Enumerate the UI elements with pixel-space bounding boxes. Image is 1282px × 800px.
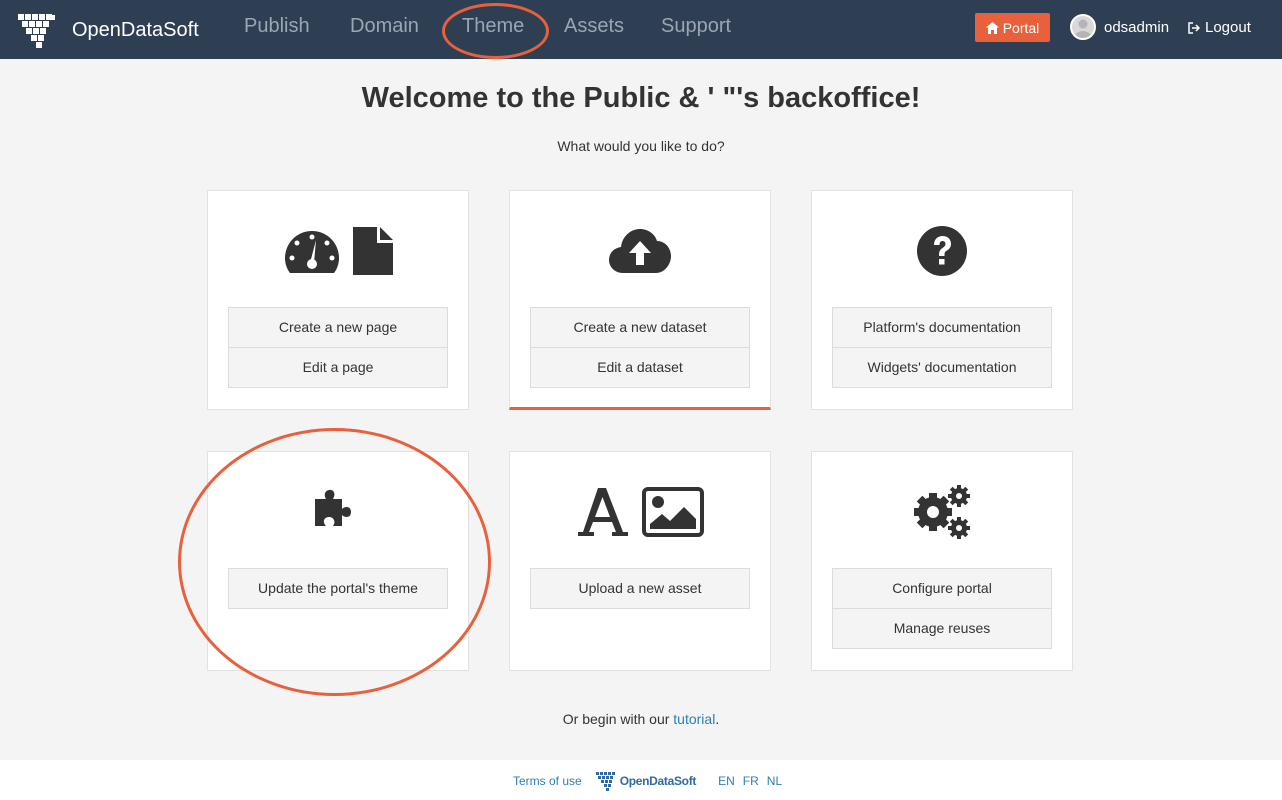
image-icon — [642, 487, 704, 537]
language-nl[interactable]: NL — [767, 774, 782, 788]
card-documentation: Platform's documentation Widgets' docume… — [811, 190, 1073, 410]
card-assets: Upload a new asset — [509, 451, 771, 671]
user-menu[interactable]: odsadmin — [1070, 14, 1169, 40]
puzzle-icon — [315, 489, 351, 526]
file-icon — [353, 227, 393, 275]
create-page-button[interactable]: Create a new page — [228, 307, 448, 348]
page-subtitle: What would you like to do? — [557, 138, 725, 154]
nav-assets[interactable]: Assets — [564, 15, 624, 38]
manage-reuses-button[interactable]: Manage reuses — [832, 608, 1052, 649]
user-silhouette-icon — [1075, 19, 1091, 38]
font-icon — [578, 488, 628, 536]
update-theme-button[interactable]: Update the portal's theme — [228, 568, 448, 609]
question-circle-icon — [917, 226, 967, 276]
nav-support[interactable]: Support — [661, 15, 731, 38]
edit-page-button[interactable]: Edit a page — [228, 347, 448, 388]
logout-label: Logout — [1205, 19, 1251, 36]
card-theme: Update the portal's theme — [207, 451, 469, 671]
tutorial-line: Or begin with our tutorial. — [0, 711, 1282, 727]
create-dataset-button[interactable]: Create a new dataset — [530, 307, 750, 348]
top-navbar: OpenDataSoft Publish Domain Theme Assets… — [0, 0, 1282, 59]
language-en[interactable]: EN — [718, 774, 735, 788]
footer-logo[interactable]: OpenDataSoft — [595, 771, 697, 791]
card-configuration: Configure portal Manage reuses — [811, 451, 1073, 671]
card-pages: Create a new page Edit a page — [207, 190, 469, 410]
page-title: Welcome to the Public & ' "'s backoffice… — [361, 82, 921, 114]
gears-icon — [914, 485, 970, 539]
edit-dataset-button[interactable]: Edit a dataset — [530, 347, 750, 388]
footer-logo-text: OpenDataSoft — [619, 774, 697, 788]
home-icon — [985, 21, 999, 34]
brand[interactable]: OpenDataSoft — [18, 12, 199, 48]
upload-asset-button[interactable]: Upload a new asset — [530, 568, 750, 609]
language-fr[interactable]: FR — [743, 774, 759, 788]
tutorial-suffix: . — [715, 711, 720, 727]
portal-button-label: Portal — [1002, 19, 1040, 36]
cloud-upload-icon — [609, 229, 671, 273]
highlight-ring-theme — [442, 3, 549, 59]
dashboard-icon — [285, 231, 339, 273]
configure-portal-button[interactable]: Configure portal — [832, 568, 1052, 609]
username: odsadmin — [1104, 18, 1170, 36]
footer: Terms of use OpenDataSoft EN FR NL — [0, 760, 1282, 800]
logout-icon — [1188, 21, 1200, 34]
platform-documentation-button[interactable]: Platform's documentation — [832, 307, 1052, 348]
nav-domain[interactable]: Domain — [350, 15, 419, 38]
nav-publish[interactable]: Publish — [244, 15, 310, 38]
portal-button[interactable]: Portal — [975, 13, 1050, 42]
avatar — [1070, 14, 1096, 40]
widgets-documentation-button[interactable]: Widgets' documentation — [832, 347, 1052, 388]
card-datasets: Create a new dataset Edit a dataset — [509, 190, 771, 410]
terms-of-use-link[interactable]: Terms of use — [513, 774, 582, 788]
tutorial-prefix: Or begin with our — [562, 711, 674, 727]
tutorial-link[interactable]: tutorial — [673, 711, 715, 727]
brand-name: OpenDataSoft — [72, 18, 199, 41]
opendatasoft-logo-icon — [18, 14, 55, 48]
logout-button[interactable]: Logout — [1188, 19, 1251, 36]
opendatasoft-small-logo-icon — [595, 772, 615, 791]
